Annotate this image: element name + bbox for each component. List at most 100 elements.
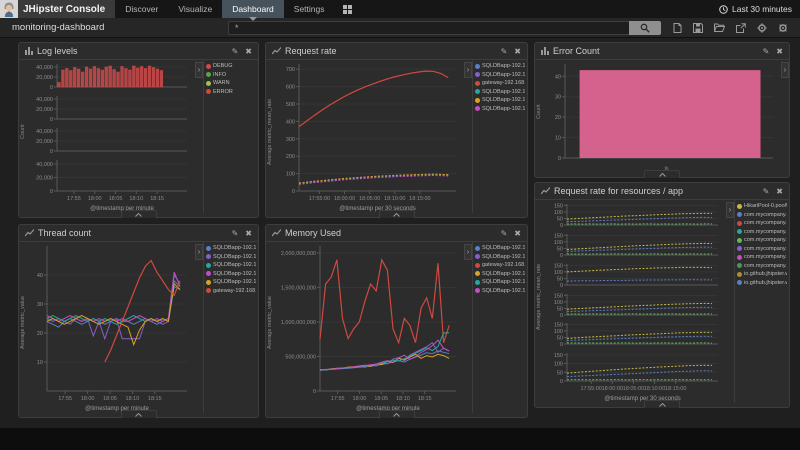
svg-text:18:15: 18:15 — [148, 396, 162, 402]
new-dashboard-icon[interactable] — [673, 23, 682, 33]
legend-item[interactable]: SQLDBapp-192.168.4... — [206, 254, 256, 260]
svg-text:0: 0 — [560, 379, 563, 385]
legend-item[interactable]: com.mycompany.myap... — [737, 220, 787, 226]
chevron-right-icon[interactable]: › — [781, 62, 789, 78]
svg-text:40: 40 — [37, 273, 43, 279]
edit-pencil-icon[interactable]: ✎ — [763, 183, 770, 200]
svg-text:18:05:00: 18:05:00 — [359, 196, 380, 202]
legend-item[interactable]: SQLDBapp-192.168.4... — [206, 271, 256, 277]
svg-text:17:55:00: 17:55:00 — [580, 386, 601, 392]
close-icon[interactable]: ✖ — [245, 43, 252, 60]
svg-text:0: 0 — [50, 85, 53, 91]
legend-item[interactable]: SQLDBapp-192.168.4... — [475, 63, 525, 69]
legend-item[interactable]: com.mycompany.myap... — [737, 254, 787, 260]
chevron-right-icon[interactable]: › — [464, 244, 472, 260]
query-bar — [228, 21, 661, 35]
legend-color-dot — [737, 246, 742, 251]
legend-label: io.github.jhipster.web.r... — [744, 280, 787, 286]
nav-item-discover[interactable]: Discover — [115, 0, 168, 18]
collapse-chevron-up-icon[interactable] — [379, 210, 415, 218]
svg-text:150: 150 — [554, 293, 563, 299]
legend-item[interactable]: gateway-192.168.43.8... — [475, 262, 525, 268]
legend-item[interactable]: SQLDBapp-192.168.4... — [475, 245, 525, 251]
svg-text:40: 40 — [555, 74, 561, 80]
svg-text:18:10: 18:10 — [129, 196, 143, 202]
close-icon[interactable]: ✖ — [776, 43, 783, 60]
panel-request-rate-resources: Request rate for resources / app ✎✖ Aver… — [534, 182, 790, 408]
legend-item[interactable]: gateway-192.168.43.8... — [475, 80, 525, 86]
legend-item[interactable]: DEBUG — [206, 63, 256, 69]
edit-pencil-icon[interactable]: ✎ — [232, 225, 239, 242]
legend-item[interactable]: gateway-192.168.43.8... — [206, 288, 256, 294]
edit-pencil-icon[interactable]: ✎ — [232, 43, 239, 60]
dashboard-toolbar: monitoring-dashboard — [0, 18, 800, 38]
load-dashboard-icon[interactable] — [714, 23, 725, 33]
legend-item[interactable]: com.mycompany.myap... — [737, 246, 787, 252]
collapse-chevron-up-icon[interactable] — [379, 410, 415, 418]
close-icon[interactable]: ✖ — [245, 225, 252, 242]
nav-item-settings[interactable]: Settings — [284, 0, 335, 18]
svg-text:50: 50 — [557, 306, 563, 312]
legend-item[interactable]: SQLDBapp-192.168.4... — [475, 271, 525, 277]
collapse-chevron-up-icon[interactable] — [644, 170, 680, 178]
close-icon[interactable]: ✖ — [514, 225, 521, 242]
legend-item[interactable]: com.mycompany.myap... — [737, 229, 787, 235]
brand[interactable]: JHipster Console — [0, 0, 115, 18]
request-rate-legend: SQLDBapp-192.168.4... SQLDBapp-192.168.4.… — [472, 60, 527, 213]
nav-item-dashboard[interactable]: Dashboard — [222, 0, 284, 18]
legend-item[interactable]: com.mycompany.myap... — [737, 237, 787, 243]
svg-text:18:15:00: 18:15:00 — [409, 196, 430, 202]
svg-text:0: 0 — [560, 283, 563, 289]
nav-item-visualize[interactable]: Visualize — [168, 0, 222, 18]
legend-item[interactable]: SQLDBapp-192.168.4... — [475, 279, 525, 285]
svg-text:100: 100 — [554, 240, 563, 246]
query-input[interactable] — [228, 21, 629, 35]
legend-item[interactable]: ERROR — [206, 89, 256, 95]
collapse-chevron-up-icon[interactable] — [121, 210, 157, 218]
legend-item[interactable]: INFO — [206, 72, 256, 78]
legend-item[interactable]: com.mycompany.myap... — [737, 263, 787, 269]
legend-item[interactable]: SQLDBapp-192.168.4... — [206, 262, 256, 268]
dashboard-name: monitoring-dashboard — [0, 22, 228, 33]
close-icon[interactable]: ✖ — [776, 183, 783, 200]
legend-item[interactable]: WARN — [206, 80, 256, 86]
thread-count-chart: 1020304017:5518:0018:0518:1018:15@timest… — [27, 242, 195, 413]
legend-item[interactable]: SQLDBapp-192.168.4... — [475, 288, 525, 294]
legend-item[interactable]: io.github.jhipster.web.r... — [737, 271, 787, 277]
collapse-chevron-up-icon[interactable] — [644, 400, 680, 408]
edit-pencil-icon[interactable]: ✎ — [763, 43, 770, 60]
collapse-chevron-up-icon[interactable] — [121, 410, 157, 418]
legend-item[interactable]: SQLDBapp-192.168.4... — [475, 106, 525, 112]
close-icon[interactable]: ✖ — [514, 43, 521, 60]
chevron-right-icon[interactable]: › — [464, 62, 472, 78]
legend-item[interactable]: SQLDBapp-192.168.4... — [475, 97, 525, 103]
legend-item[interactable]: com.mycompany.myap... — [737, 212, 787, 218]
bottom-spacer — [0, 428, 800, 450]
panel-thread-count: Thread count ✎✖ Average metric_value 102… — [18, 224, 259, 418]
chevron-right-icon[interactable]: › — [726, 202, 734, 218]
share-icon[interactable] — [736, 23, 746, 33]
search-button[interactable] — [629, 21, 661, 35]
filter-gear-icon[interactable] — [778, 23, 788, 33]
edit-pencil-icon[interactable]: ✎ — [501, 225, 508, 242]
svg-text:150: 150 — [554, 233, 563, 239]
legend-item[interactable]: SQLDBapp-192.168.4... — [475, 72, 525, 78]
legend-item[interactable]: SQLDBapp-192.168.4... — [475, 254, 525, 260]
legend-item[interactable]: HikariPool-0.poolWait — [737, 203, 787, 209]
save-dashboard-icon[interactable] — [693, 23, 703, 33]
chevron-right-icon[interactable]: › — [195, 62, 203, 78]
legend-label: io.github.jhipster.web.r... — [744, 271, 787, 277]
legend-item[interactable]: SQLDBapp-192.168.4... — [475, 89, 525, 95]
legend-label: SQLDBapp-192.168.4... — [482, 106, 525, 112]
log-levels-chart-debug: 020,00040,000 — [27, 60, 195, 92]
chevron-right-icon[interactable]: › — [195, 244, 203, 260]
apps-grid-icon[interactable] — [335, 0, 360, 18]
legend-item[interactable]: SQLDBapp-192.168.4... — [206, 279, 256, 285]
legend-item[interactable]: io.github.jhipster.web.r... — [737, 280, 787, 286]
edit-pencil-icon[interactable]: ✎ — [501, 43, 508, 60]
options-gear-icon[interactable] — [757, 23, 767, 33]
legend-item[interactable]: SQLDBapp-192.168.4... — [206, 245, 256, 251]
svg-text:0: 0 — [560, 223, 563, 229]
time-picker[interactable]: Last 30 minutes — [719, 0, 800, 18]
svg-text:20,000: 20,000 — [36, 107, 53, 113]
